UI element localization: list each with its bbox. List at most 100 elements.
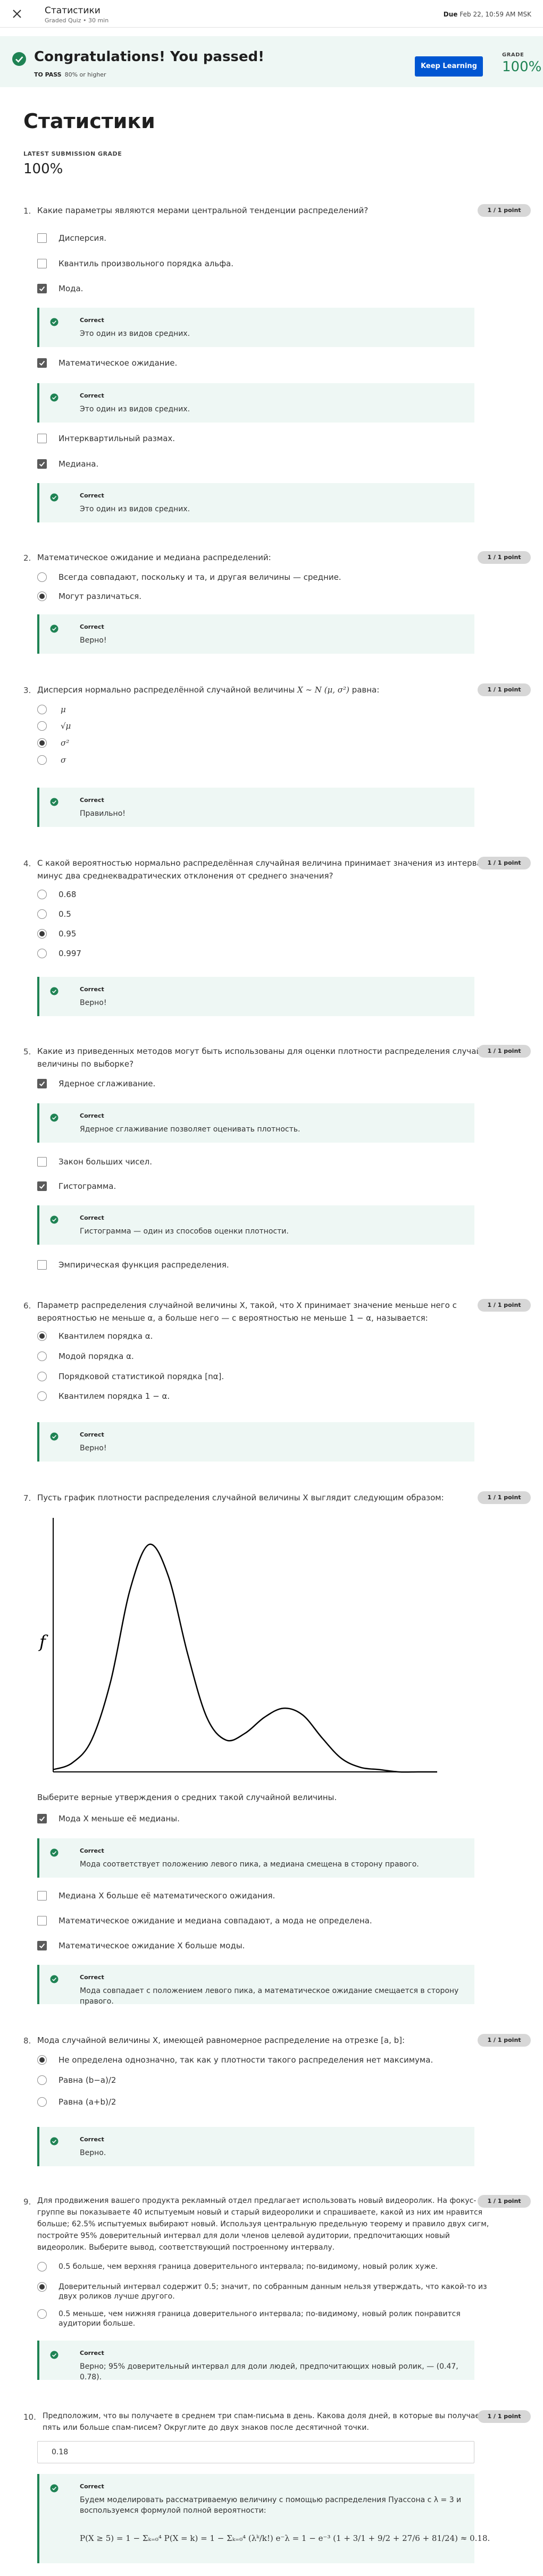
option-label: Математическое ожидание. [59, 358, 178, 368]
radio-selected[interactable] [37, 592, 47, 601]
radio[interactable] [37, 721, 47, 731]
option[interactable]: Математическое ожидание X больше моды. [37, 1939, 245, 1952]
radio[interactable] [37, 2097, 47, 2107]
points-badge: 1 / 1 point [478, 204, 531, 217]
radio-selected[interactable] [37, 1331, 47, 1341]
option-label: Порядковой статистикой порядка [nα]. [59, 1372, 224, 1381]
feedback-correct: Correct Это один из видов средних. [37, 483, 474, 522]
close-icon[interactable] [12, 9, 22, 19]
checkbox[interactable] [37, 434, 47, 443]
radio[interactable] [37, 2309, 47, 2319]
option[interactable]: Квантиль произвольного порядка альфа. [37, 257, 233, 270]
check-circle-icon [50, 493, 59, 502]
radio[interactable] [37, 755, 47, 765]
radio[interactable] [37, 705, 47, 714]
option[interactable]: Математическое ожидание и медиана совпад… [37, 1914, 372, 1927]
option[interactable]: Эмпирическая функция распределения. [37, 1259, 229, 1271]
keep-learning-button[interactable]: Keep Learning [415, 56, 483, 77]
option[interactable]: Интерквартильный размах. [37, 432, 175, 445]
radio[interactable] [37, 909, 47, 919]
question-text-end: равна: [352, 685, 380, 695]
option[interactable]: Медиана X больше её математического ожид… [37, 1889, 275, 1902]
checkbox[interactable] [37, 1916, 47, 1925]
option[interactable]: Порядковой статистикой порядка [nα]. [37, 1370, 224, 1383]
option[interactable]: Могут различаться. [37, 590, 141, 603]
answer-input[interactable]: 0.18 [37, 2441, 474, 2463]
check-circle-icon [50, 393, 59, 402]
option[interactable]: Квантилем порядка 1 − α. [37, 1390, 170, 1403]
option[interactable]: Математическое ожидание. [37, 357, 177, 369]
radio[interactable] [37, 2262, 47, 2271]
option[interactable]: Мода. [37, 282, 83, 295]
checkbox-checked[interactable] [37, 1181, 47, 1191]
radio[interactable] [37, 1372, 47, 1381]
radio[interactable] [37, 1391, 47, 1401]
option[interactable]: 0.5 меньше, чем нижняя граница доверител… [37, 2308, 461, 2320]
option[interactable]: Всегда совпадают, поскольку и та, и друг… [37, 571, 341, 584]
checkbox-checked[interactable] [37, 1941, 47, 1950]
checkbox-checked[interactable] [37, 459, 47, 469]
option[interactable]: Равна (b−a)/2 [37, 2074, 116, 2087]
option-label: Закон больших чисел. [59, 1157, 153, 1167]
radio[interactable] [37, 2075, 47, 2085]
radio[interactable] [37, 890, 47, 899]
option[interactable]: 0.68 [37, 888, 76, 901]
check-circle-icon [50, 2484, 59, 2493]
option[interactable]: Дисперсия. [37, 232, 106, 244]
option[interactable]: Равна (a+b)/2 [37, 2096, 116, 2108]
option[interactable]: 0.95 [37, 927, 76, 940]
check-circle-icon [50, 2351, 59, 2359]
option-label: Квантиль произвольного порядка альфа. [59, 259, 233, 268]
question-line: вероятностью не меньше α, а больше него … [37, 1313, 428, 1323]
checkbox[interactable] [37, 259, 47, 268]
radio-selected[interactable] [37, 2055, 47, 2065]
checkbox-checked[interactable] [37, 1814, 47, 1823]
check-circle-icon [50, 1113, 59, 1122]
question-number: 2. [23, 553, 31, 563]
option[interactable]: Не определена однозначно, так как у плот… [37, 2054, 433, 2066]
checkbox[interactable] [37, 1891, 47, 1901]
question-text: Мода случайной величины X, имеющей равно… [37, 2036, 405, 2045]
option[interactable]: 0.5 [37, 908, 71, 920]
option[interactable]: 0.997 [37, 947, 81, 960]
option[interactable]: 0.5 больше, чем верхняя граница доверите… [37, 2260, 438, 2273]
option[interactable]: Гистограмма. [37, 1180, 116, 1193]
density-plot: f [38, 1518, 437, 1773]
option-label: Гистограмма. [59, 1181, 116, 1191]
feedback-text: Это один из видов средних. [80, 505, 190, 513]
question-number: 7. [23, 1493, 31, 1503]
points-badge: 1 / 1 point [478, 683, 531, 696]
radio[interactable] [37, 949, 47, 958]
radio[interactable] [37, 572, 47, 582]
option[interactable]: Квантилем порядка α. [37, 1330, 153, 1342]
option[interactable]: μ [37, 703, 68, 716]
option[interactable]: Доверительный интервал содержит 0.5; зна… [37, 2281, 487, 2293]
checkbox[interactable] [37, 1157, 47, 1167]
option-label: σ² [61, 738, 70, 748]
latest-grade-label: LATEST SUBMISSION GRADE [23, 150, 122, 157]
grade-value: 100% [502, 59, 542, 75]
question-line: Какие из приведенных методов могут быть … [37, 1046, 497, 1056]
radio-selected[interactable] [37, 929, 47, 939]
option[interactable]: Модой порядка α. [37, 1350, 134, 1363]
feedback-text: Это один из видов средних. [80, 405, 190, 413]
checkbox-checked[interactable] [37, 284, 47, 293]
option[interactable]: Медиана. [37, 458, 98, 470]
option[interactable]: Закон больших чисел. [37, 1155, 152, 1168]
option[interactable]: Ядерное сглаживание. [37, 1077, 155, 1090]
check-circle-icon [50, 987, 59, 995]
option-label: Равна (a+b)/2 [59, 2097, 116, 2107]
question-number: 1. [23, 206, 31, 216]
radio-selected[interactable] [37, 738, 47, 748]
option[interactable]: Мода X меньше её медианы. [37, 1812, 180, 1825]
option[interactable]: σ² [37, 737, 71, 749]
radio[interactable] [37, 1352, 47, 1361]
checkbox[interactable] [37, 233, 47, 243]
option[interactable]: √μ [37, 720, 73, 732]
option[interactable]: σ [37, 754, 68, 766]
option-label-continued: аудитории больше. [59, 2319, 136, 2328]
radio-selected[interactable] [37, 2282, 47, 2292]
checkbox-checked[interactable] [37, 1079, 47, 1088]
checkbox[interactable] [37, 1260, 47, 1270]
checkbox-checked[interactable] [37, 358, 47, 368]
